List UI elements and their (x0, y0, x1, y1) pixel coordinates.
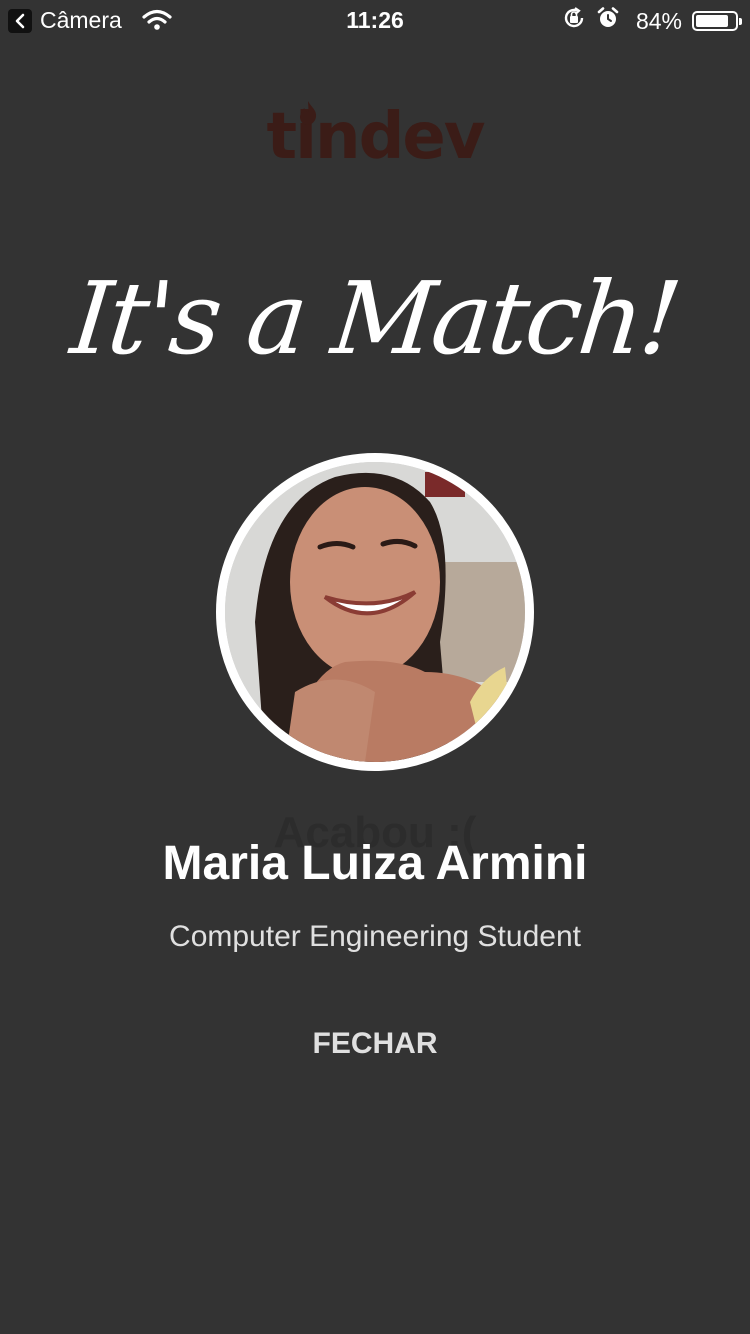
status-right-group: 84% (562, 6, 742, 36)
battery-cap (739, 18, 742, 25)
status-bar: Câmera 11:26 84% (0, 0, 750, 40)
avatar-photo (225, 462, 525, 762)
match-title: It's a Match! (66, 260, 684, 377)
match-bio: Computer Engineering Student (169, 920, 581, 953)
flame-icon (300, 101, 317, 125)
alarm-icon (596, 6, 620, 36)
app-logo: tindev (0, 100, 750, 174)
battery-icon (692, 11, 742, 31)
close-button[interactable]: FECHAR (275, 1016, 475, 1072)
battery-percent: 84% (635, 7, 682, 34)
battery-fill (696, 15, 728, 27)
match-avatar (216, 453, 534, 771)
match-screen: Câmera 11:26 84% tindev It's a Match! Ac… (0, 0, 750, 1334)
orientation-lock-icon (562, 6, 586, 36)
match-name: Maria Luiza Armini (162, 837, 588, 890)
